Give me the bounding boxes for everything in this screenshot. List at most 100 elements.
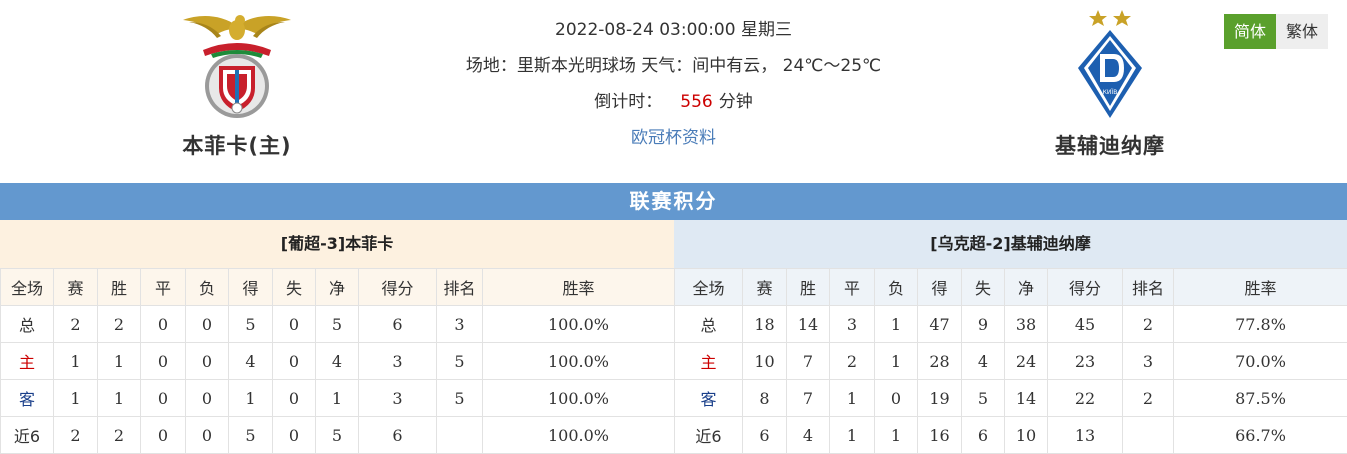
col-header: 平	[141, 269, 186, 306]
row-label: 总	[1, 306, 54, 343]
countdown-label: 倒计时：	[594, 92, 662, 112]
table-row: 客 1 1 0 0 1 0 1 3 5 100.0%	[1, 380, 675, 417]
col-header: 排名	[437, 269, 483, 306]
home-standings-table: 全场 赛 胜 平 负 得 失 净 得分 排名 胜率 总 2 2 0 0 5 0 …	[0, 268, 675, 454]
table-cell: 7	[787, 380, 830, 417]
col-header: 净	[316, 269, 359, 306]
table-cell: 1	[875, 306, 918, 343]
table-row: 主 10 7 2 1 28 4 24 23 3 70.0%	[675, 343, 1347, 380]
svg-text:КИЇВ: КИЇВ	[1103, 89, 1118, 96]
match-info: 2022-08-24 03:00:00 星期三 场地：里斯本光明球场 天气：间中…	[400, 18, 947, 162]
table-cell: 14	[787, 306, 830, 343]
col-header: 负	[186, 269, 229, 306]
col-header: 得分	[359, 269, 437, 306]
table-row: 总 18 14 3 1 47 9 38 45 2 77.8%	[675, 306, 1347, 343]
language-switch: 简体 繁体	[1224, 14, 1328, 49]
standings-title: 联赛积分	[0, 183, 1347, 220]
home-standings-heading: [葡超-3]本菲卡	[0, 220, 674, 268]
col-header: 平	[830, 269, 875, 306]
table-cell: 5	[437, 380, 483, 417]
match-header: 本菲卡(主) 2022-08-24 03:00:00 星期三 场地：里斯本光明球…	[0, 0, 1347, 183]
row-label: 主	[675, 343, 743, 380]
table-cell: 24	[1005, 343, 1048, 380]
home-standings-panel: [葡超-3]本菲卡 全场 赛 胜 平 负 得 失 净 得分 排名 胜率 总 2 …	[0, 220, 674, 454]
col-header: 全场	[1, 269, 54, 306]
col-header: 胜	[98, 269, 141, 306]
table-cell: 87.5%	[1174, 380, 1347, 417]
table-cell: 4	[229, 343, 273, 380]
lang-simplified-button[interactable]: 简体	[1224, 14, 1276, 49]
table-row: 总 2 2 0 0 5 0 5 6 3 100.0%	[1, 306, 675, 343]
table-cell: 0	[186, 380, 229, 417]
table-cell: 100.0%	[483, 343, 675, 380]
table-cell: 19	[918, 380, 962, 417]
table-cell: 100.0%	[483, 306, 675, 343]
col-header: 得	[229, 269, 273, 306]
table-cell: 1	[98, 343, 141, 380]
dynamo-kyiv-crest-icon: КИЇВ	[1070, 8, 1150, 120]
table-cell: 28	[918, 343, 962, 380]
table-cell: 2	[98, 306, 141, 343]
col-header: 失	[273, 269, 316, 306]
col-header: 排名	[1123, 269, 1174, 306]
competition-info: 欧冠杯资料	[400, 126, 947, 162]
table-cell: 5	[962, 380, 1005, 417]
table-header-row: 全场 赛 胜 平 负 得 失 净 得分 排名 胜率	[675, 269, 1347, 306]
table-cell: 8	[743, 380, 787, 417]
table-cell: 3	[359, 380, 437, 417]
table-cell: 0	[273, 306, 316, 343]
countdown-value: 556	[680, 92, 712, 112]
row-label: 客	[675, 380, 743, 417]
table-cell: 1	[54, 380, 98, 417]
col-header: 胜	[787, 269, 830, 306]
table-cell: 100.0%	[483, 380, 675, 417]
table-cell: 2	[830, 343, 875, 380]
col-header: 净	[1005, 269, 1048, 306]
table-cell: 3	[830, 306, 875, 343]
table-cell: 70.0%	[1174, 343, 1347, 380]
table-cell: 0	[141, 380, 186, 417]
table-cell: 1	[54, 343, 98, 380]
competition-link[interactable]: 欧冠杯资料	[631, 128, 716, 148]
row-label: 客	[1, 380, 54, 417]
venue-weather: 场地：里斯本光明球场 天气：间中有云， 24℃～25℃	[400, 54, 947, 90]
table-cell: 4	[316, 343, 359, 380]
table-cell: 0	[875, 380, 918, 417]
countdown: 倒计时： 556 分钟	[400, 90, 947, 126]
table-cell: 47	[918, 306, 962, 343]
table-cell: 1	[875, 343, 918, 380]
table-cell: 22	[1048, 380, 1123, 417]
col-header: 失	[962, 269, 1005, 306]
countdown-unit: 分钟	[719, 92, 753, 112]
col-header: 得	[918, 269, 962, 306]
table-row: 客 8 7 1 0 19 5 14 22 2 87.5%	[675, 380, 1347, 417]
col-header: 全场	[675, 269, 743, 306]
away-standings-table: 全场 赛 胜 平 负 得 失 净 得分 排名 胜率 总 18 14 3 1 47…	[674, 268, 1347, 454]
table-cell: 3	[359, 343, 437, 380]
away-standings-panel: [乌克超-2]基辅迪纳摩 全场 赛 胜 平 负 得 失 净 得分 排名 胜率 总…	[674, 220, 1347, 454]
table-cell: 0	[141, 306, 186, 343]
table-cell: 0	[273, 343, 316, 380]
table-cell: 0	[141, 343, 186, 380]
table-cell: 14	[1005, 380, 1048, 417]
lang-traditional-button[interactable]: 繁体	[1276, 14, 1328, 49]
home-team-name: 本菲卡(主)	[147, 130, 327, 160]
benfica-crest-icon	[181, 8, 293, 120]
table-cell: 38	[1005, 306, 1048, 343]
table-cell: 0	[186, 306, 229, 343]
table-cell: 1	[98, 380, 141, 417]
table-cell: 1	[830, 380, 875, 417]
row-label: 总	[675, 306, 743, 343]
table-cell: 0	[186, 343, 229, 380]
match-weekday: 星期三	[741, 20, 792, 40]
away-standings-heading: [乌克超-2]基辅迪纳摩	[674, 220, 1347, 268]
table-cell: 5	[316, 306, 359, 343]
table-header-row: 全场 赛 胜 平 负 得 失 净 得分 排名 胜率	[1, 269, 675, 306]
table-cell: 2	[1123, 306, 1174, 343]
table-cell: 1	[316, 380, 359, 417]
col-header: 胜率	[1174, 269, 1347, 306]
away-team-name: 基辅迪纳摩	[1020, 130, 1200, 160]
col-header: 赛	[743, 269, 787, 306]
table-cell: 5	[229, 306, 273, 343]
table-cell: 2	[1123, 380, 1174, 417]
